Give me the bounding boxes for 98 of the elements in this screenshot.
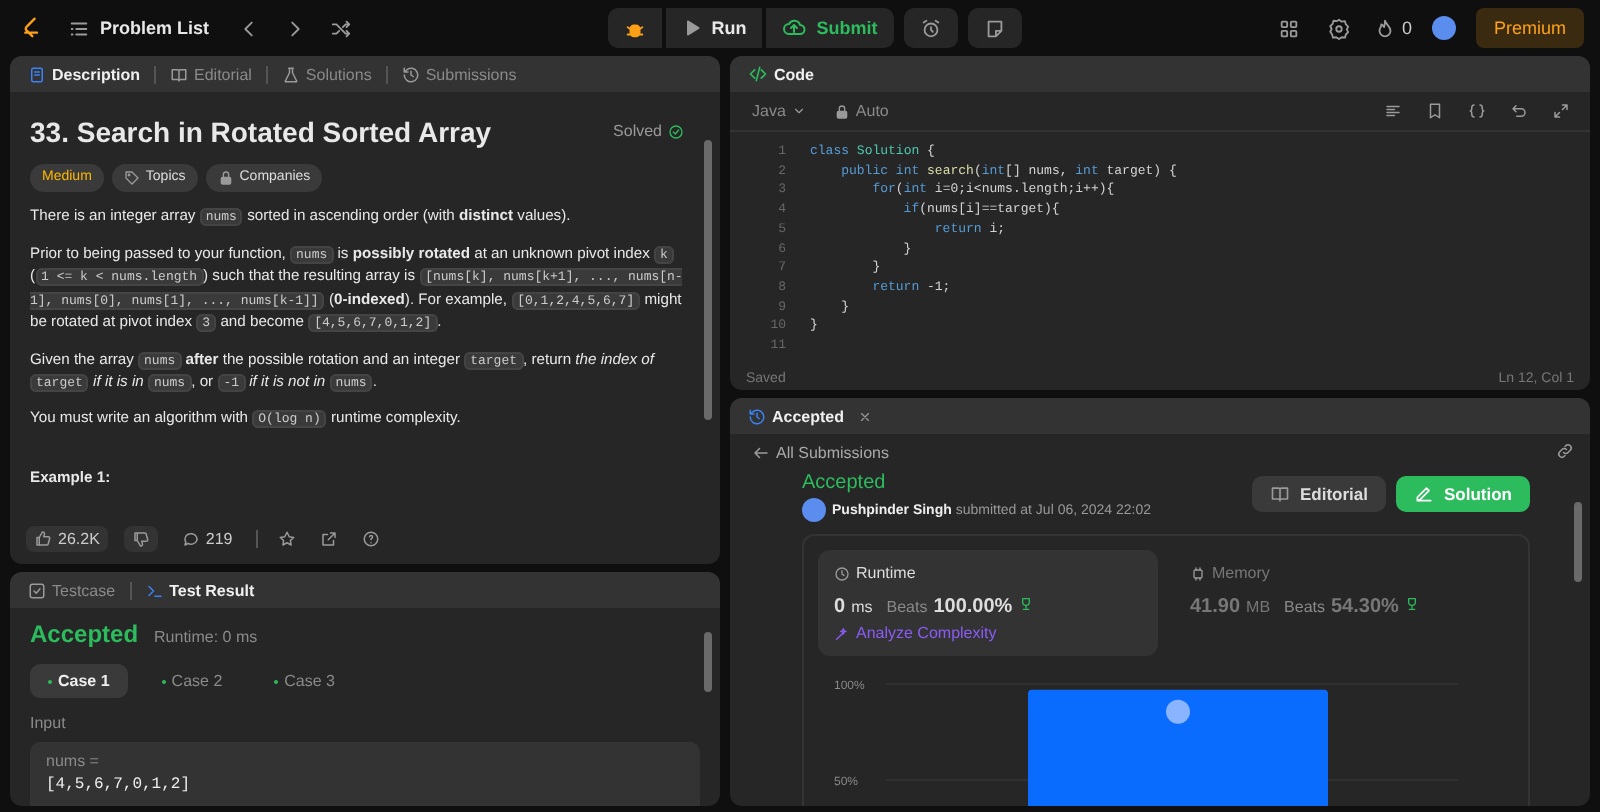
- shuffle-icon: [329, 17, 352, 39]
- panel-tab[interactable]: Testcase: [22, 581, 122, 599]
- runtime-stat[interactable]: Runtime 0 ms Beats 100.00% Analyze Complexity: [818, 550, 1158, 656]
- scrollbar[interactable]: [704, 140, 712, 420]
- settings-button[interactable]: [1323, 13, 1354, 43]
- case-tab[interactable]: Case 2: [143, 664, 241, 698]
- document-icon: [28, 65, 46, 83]
- like-button[interactable]: 26.2K: [26, 526, 108, 552]
- input-label: Input: [30, 714, 68, 732]
- edit-icon: [1414, 484, 1434, 504]
- streak-counter[interactable]: 0: [1373, 17, 1412, 39]
- variable-name: nums =: [46, 752, 101, 770]
- undo-icon: [1510, 102, 1528, 120]
- settings-icon: [1327, 17, 1350, 39]
- case-tab[interactable]: Case 1: [30, 664, 128, 698]
- braces-icon: [1468, 102, 1486, 120]
- thumbs-down-icon: [131, 530, 150, 548]
- verdict-text: Accepted: [30, 620, 139, 648]
- note-button[interactable]: [967, 8, 1022, 48]
- expand-button[interactable]: [1548, 98, 1574, 124]
- expand-icon: [1552, 102, 1570, 120]
- trophy-icon: [1404, 596, 1421, 612]
- stat-value: 0: [834, 596, 846, 618]
- lock-icon: [833, 103, 850, 119]
- panel-tab[interactable]: Description: [22, 65, 147, 83]
- run-button[interactable]: Run: [665, 8, 763, 48]
- stat-label: Memory: [1190, 564, 1498, 582]
- submit-button[interactable]: Submit: [766, 8, 894, 48]
- chevron-down-icon: [791, 104, 806, 118]
- play-icon: [681, 18, 702, 38]
- panel-tab[interactable]: Submissions: [395, 65, 523, 83]
- close-icon: [858, 409, 873, 423]
- problem-list-button[interactable]: Problem List: [60, 11, 218, 45]
- comment-icon: [181, 530, 200, 548]
- scrollbar[interactable]: [704, 632, 712, 692]
- stat-unit: ms: [851, 598, 873, 616]
- stat-label: Runtime: [834, 564, 1142, 582]
- terminal-icon: [145, 581, 164, 599]
- panel-tab[interactable]: Solutions: [275, 65, 378, 83]
- auto-mode-toggle[interactable]: Auto: [827, 102, 895, 120]
- premium-button[interactable]: Premium: [1475, 8, 1584, 48]
- user-avatar: [802, 498, 826, 522]
- link-icon: [1556, 442, 1574, 460]
- arrow-left-icon: [752, 444, 770, 462]
- panel-tab[interactable]: Editorial: [164, 65, 258, 83]
- user-avatar-marker: [1166, 699, 1190, 724]
- history-icon: [748, 407, 766, 425]
- book-icon: [170, 65, 189, 83]
- note-icon: [983, 17, 1006, 39]
- checkbox-icon: [28, 581, 46, 599]
- history-icon: [401, 65, 420, 83]
- case-tab[interactable]: Case 3: [256, 664, 354, 698]
- all-submissions-link[interactable]: All Submissions: [746, 444, 895, 462]
- beats-label: Beats: [886, 598, 928, 616]
- chip-icon: [1190, 565, 1206, 581]
- runtime-text: Runtime: 0 ms: [154, 628, 258, 646]
- braces-button[interactable]: [1464, 98, 1490, 124]
- verdict-text: Accepted: [802, 472, 888, 494]
- flask-icon: [281, 65, 300, 83]
- trophy-icon: [1018, 596, 1035, 612]
- flame-icon: [1373, 17, 1396, 39]
- dislike-button[interactable]: [123, 526, 158, 552]
- lock-icon: [217, 170, 234, 187]
- memory-stat[interactable]: Memory 41.90 MB Beats 54.30%: [1174, 550, 1514, 656]
- scrollbar[interactable]: [1574, 502, 1582, 582]
- thumbs-up-icon: [34, 530, 52, 548]
- beats-percent: 54.30%: [1331, 596, 1399, 618]
- clock-icon: [834, 565, 850, 581]
- list-icon: [68, 17, 90, 39]
- beats-label: Beats: [1284, 598, 1325, 616]
- panel-tab[interactable]: Test Result: [139, 581, 261, 599]
- editorial-button[interactable]: Editorial: [1251, 476, 1386, 512]
- grid-icon: [1277, 17, 1300, 39]
- stat-unit: MB: [1246, 598, 1271, 616]
- align-left-icon: [1384, 102, 1402, 120]
- stat-value: 41.90: [1190, 596, 1241, 618]
- debug-button[interactable]: [607, 8, 662, 48]
- variable-value: [4,5,6,7,0,1,2]: [46, 776, 193, 794]
- problem-title: 33. Search in Rotated Sorted Array: [30, 114, 492, 152]
- tag-icon: [123, 170, 140, 187]
- book-icon: [1269, 484, 1290, 504]
- alarm-clock-button[interactable]: [903, 8, 958, 48]
- solved-status: Solved: [613, 120, 684, 144]
- star-icon: [278, 530, 297, 548]
- share-icon: [320, 530, 339, 548]
- help-icon: [362, 530, 381, 548]
- user-avatar[interactable]: [1431, 16, 1456, 40]
- cloud-upload-icon: [782, 16, 807, 40]
- comments-button[interactable]: 219: [173, 526, 241, 552]
- code-icon: [748, 64, 768, 84]
- alarm-clock-icon: [919, 17, 942, 39]
- check-circle-icon: [668, 124, 684, 141]
- code-title: Code: [742, 64, 820, 84]
- submission-tab[interactable]: Accepted: [742, 407, 851, 425]
- bookmark-icon: [1426, 102, 1444, 120]
- beats-percent: 100.00%: [933, 596, 1013, 618]
- language-dropdown[interactable]: Java: [746, 102, 812, 120]
- sparkle-icon: [834, 625, 850, 641]
